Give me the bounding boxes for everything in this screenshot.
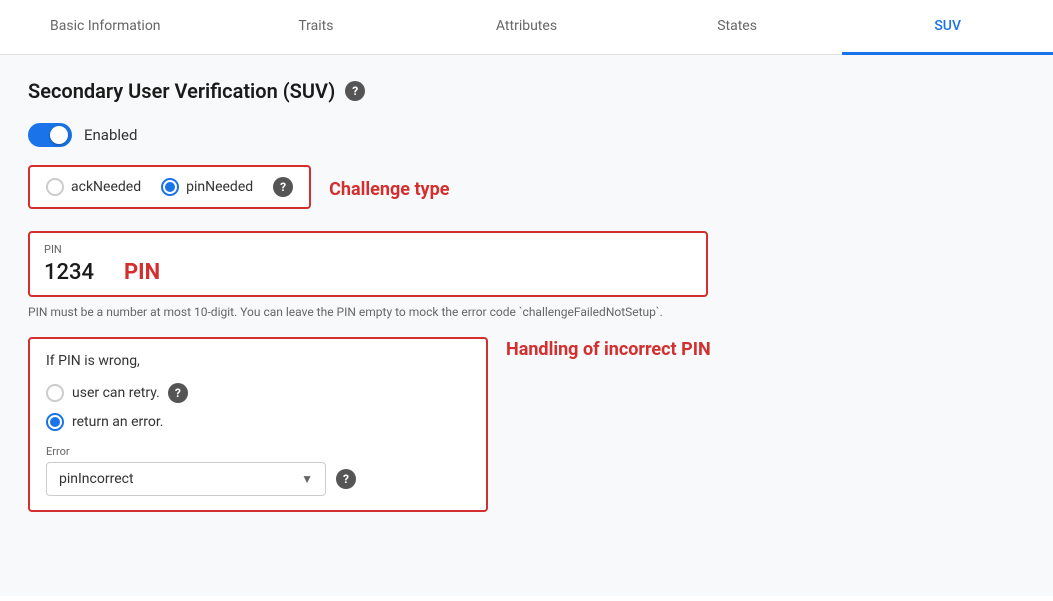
- challenge-type-side-label: Challenge type: [329, 179, 449, 200]
- retry-radio-circle: [46, 384, 64, 402]
- tab-traits[interactable]: Traits: [211, 0, 422, 55]
- radio-ackneeded[interactable]: ackNeeded: [46, 178, 141, 196]
- retry-help-icon[interactable]: ?: [168, 383, 188, 403]
- tab-states[interactable]: States: [632, 0, 843, 55]
- radio-ackneeded-label: ackNeeded: [71, 179, 141, 195]
- challenge-type-box: ackNeeded pinNeeded ?: [28, 165, 311, 209]
- challenge-type-help-icon[interactable]: ?: [273, 177, 293, 197]
- pin-field-wrapper: PIN 1234 PIN: [28, 231, 708, 297]
- radio-pinneeded-circle: [161, 178, 179, 196]
- pin-hint: PIN must be a number at most 10-digit. Y…: [28, 305, 1025, 319]
- radio-pinneeded-inner: [165, 182, 175, 192]
- radio-ackneeded-circle: [46, 178, 64, 196]
- error-dropdown-value: pinIncorrect: [59, 471, 134, 487]
- enabled-toggle-row: Enabled: [28, 123, 1025, 147]
- retry-option[interactable]: user can retry. ?: [46, 383, 470, 403]
- error-radio-inner: [50, 417, 60, 427]
- challenge-type-row: ackNeeded pinNeeded ? Challenge type: [28, 165, 1025, 213]
- tab-basic-information[interactable]: Basic Information: [0, 0, 211, 55]
- enabled-toggle[interactable]: [28, 123, 72, 147]
- error-dropdown[interactable]: pinIncorrect ▼: [46, 462, 326, 496]
- dropdown-arrow-icon: ▼: [301, 472, 313, 486]
- error-dropdown-wrapper: Error pinIncorrect ▼ ?: [46, 445, 470, 496]
- retry-option-label: user can retry.: [72, 385, 160, 401]
- section-title-text: Secondary User Verification (SUV): [28, 79, 335, 103]
- error-dropdown-label: Error: [46, 445, 470, 458]
- radio-pinneeded-label: pinNeeded: [186, 179, 253, 195]
- incorrect-pin-side-label: Handling of incorrect PIN: [506, 337, 711, 362]
- tab-bar: Basic Information Traits Attributes Stat…: [0, 0, 1053, 55]
- pin-big-label: PIN: [124, 260, 160, 285]
- pin-value[interactable]: 1234: [44, 260, 104, 285]
- radio-pinneeded[interactable]: pinNeeded: [161, 178, 253, 196]
- incorrect-pin-title: If PIN is wrong,: [46, 353, 470, 369]
- error-dropdown-help-icon[interactable]: ?: [336, 469, 356, 489]
- pin-field-row: 1234 PIN: [44, 260, 692, 285]
- incorrect-pin-row: If PIN is wrong, user can retry. ? retur…: [28, 337, 1025, 512]
- section-help-icon[interactable]: ?: [345, 81, 365, 101]
- enabled-label: Enabled: [84, 126, 137, 144]
- main-content: Secondary User Verification (SUV) ? Enab…: [0, 55, 1053, 596]
- incorrect-pin-box: If PIN is wrong, user can retry. ? retur…: [28, 337, 488, 512]
- tab-suv[interactable]: SUV: [842, 0, 1053, 55]
- error-radio-circle: [46, 413, 64, 431]
- tab-attributes[interactable]: Attributes: [421, 0, 632, 55]
- return-error-option[interactable]: return an error.: [46, 413, 470, 431]
- error-option-label: return an error.: [72, 414, 163, 430]
- error-dropdown-row: pinIncorrect ▼ ?: [46, 462, 470, 496]
- section-title: Secondary User Verification (SUV) ?: [28, 79, 1025, 103]
- pin-field-label: PIN: [44, 243, 692, 256]
